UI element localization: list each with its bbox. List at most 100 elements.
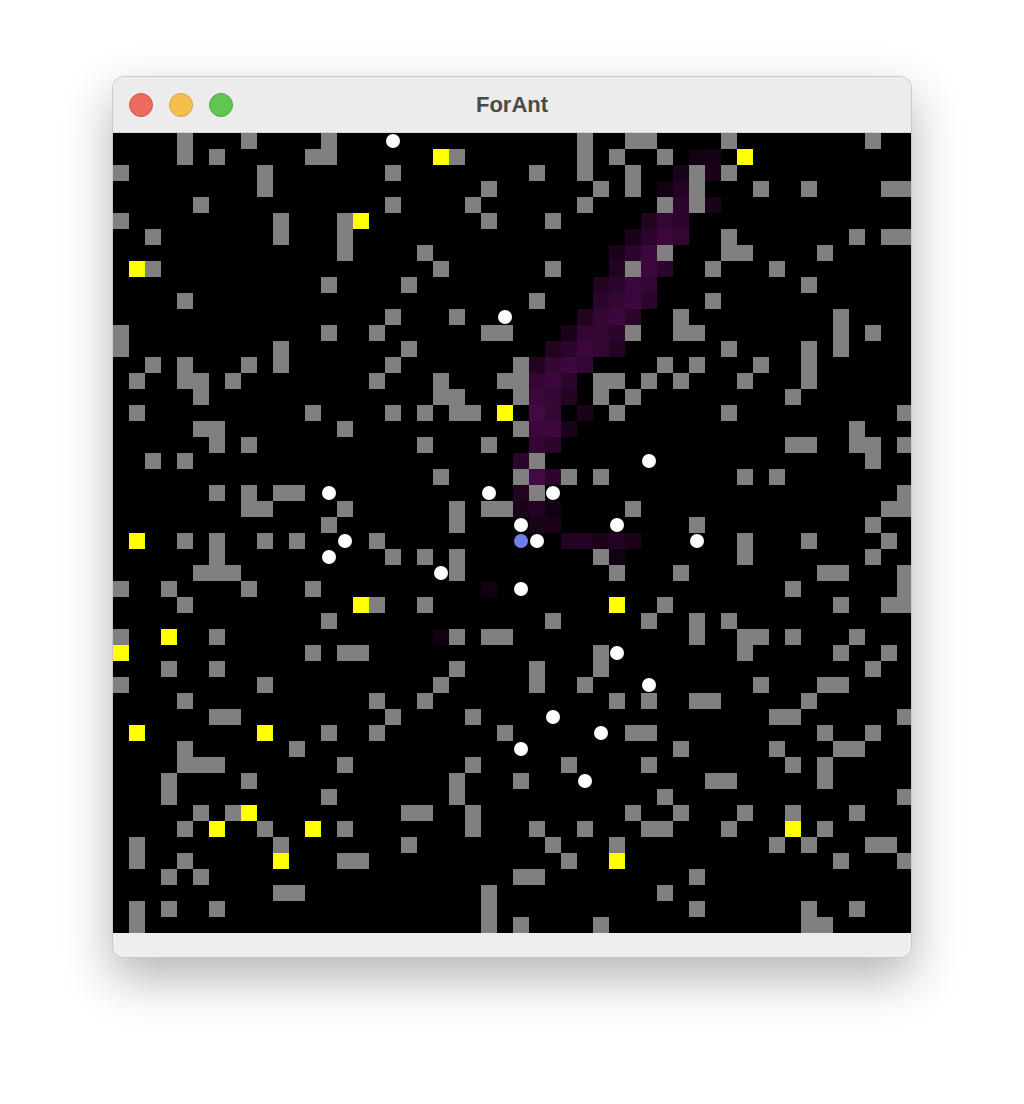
obstacle-cell [257, 677, 273, 693]
obstacle-cell [689, 693, 705, 709]
world-canvas[interactable] [113, 133, 912, 933]
title-bar[interactable]: ForAnt [113, 77, 911, 133]
food-cell [497, 405, 513, 421]
obstacle-cell [417, 245, 433, 261]
obstacle-cell [289, 485, 305, 501]
pheromone-cell [609, 277, 625, 293]
obstacle-cell [465, 757, 481, 773]
obstacle-cell [881, 533, 897, 549]
obstacle-cell [769, 837, 785, 853]
obstacle-cell [737, 805, 753, 821]
ant-icon [386, 134, 400, 148]
obstacle-cell [385, 165, 401, 181]
pheromone-cell [561, 341, 577, 357]
ant-icon [498, 310, 512, 324]
obstacle-cell [465, 197, 481, 213]
obstacle-cell [753, 357, 769, 373]
obstacle-cell [673, 565, 689, 581]
obstacle-cell [897, 709, 912, 725]
obstacle-cell [161, 661, 177, 677]
obstacle-cell [113, 325, 129, 341]
obstacle-cell [481, 501, 497, 517]
obstacle-cell [753, 181, 769, 197]
obstacle-cell [833, 325, 849, 341]
obstacle-cell [305, 149, 321, 165]
pheromone-cell [641, 293, 657, 309]
obstacle-cell [593, 389, 609, 405]
food-cell [433, 149, 449, 165]
obstacle-cell [833, 341, 849, 357]
obstacle-cell [161, 773, 177, 789]
obstacle-cell [385, 549, 401, 565]
ant-cell [481, 485, 497, 501]
pheromone-cell [609, 533, 625, 549]
ant-cell [385, 133, 401, 149]
obstacle-cell [721, 229, 737, 245]
obstacle-cell [337, 757, 353, 773]
obstacle-cell [177, 357, 193, 373]
obstacle-cell [865, 453, 881, 469]
obstacle-cell [593, 181, 609, 197]
obstacle-cell [177, 133, 193, 149]
obstacle-cell [241, 581, 257, 597]
obstacle-cell [449, 661, 465, 677]
obstacle-cell [273, 341, 289, 357]
obstacle-cell [385, 357, 401, 373]
obstacle-cell [369, 725, 385, 741]
obstacle-cell [385, 309, 401, 325]
minimize-button[interactable] [169, 93, 193, 117]
obstacle-cell [209, 565, 225, 581]
pheromone-cell [705, 165, 721, 181]
close-button[interactable] [129, 93, 153, 117]
obstacle-cell [513, 421, 529, 437]
obstacle-cell [785, 757, 801, 773]
pheromone-cell [625, 245, 641, 261]
food-cell [353, 213, 369, 229]
obstacle-cell [241, 437, 257, 453]
ant-icon [482, 486, 496, 500]
pheromone-cell [529, 501, 545, 517]
nest-icon [514, 534, 528, 548]
obstacle-cell [433, 469, 449, 485]
pheromone-cell [641, 261, 657, 277]
obstacle-cell [689, 197, 705, 213]
obstacle-cell [737, 549, 753, 565]
obstacle-cell [321, 133, 337, 149]
obstacle-cell [209, 437, 225, 453]
obstacle-cell [513, 469, 529, 485]
obstacle-cell [641, 693, 657, 709]
obstacle-cell [833, 565, 849, 581]
obstacle-cell [449, 501, 465, 517]
obstacle-cell [881, 597, 897, 613]
zoom-button[interactable] [209, 93, 233, 117]
obstacle-cell [705, 261, 721, 277]
pheromone-cell [625, 229, 641, 245]
obstacle-cell [177, 757, 193, 773]
ant-cell [529, 533, 545, 549]
obstacle-cell [865, 325, 881, 341]
obstacle-cell [769, 709, 785, 725]
obstacle-cell [817, 725, 833, 741]
obstacle-cell [129, 901, 145, 917]
obstacle-cell [753, 629, 769, 645]
obstacle-cell [897, 485, 912, 501]
obstacle-cell [193, 373, 209, 389]
obstacle-cell [641, 373, 657, 389]
obstacle-cell [529, 293, 545, 309]
obstacle-cell [785, 581, 801, 597]
obstacle-cell [785, 629, 801, 645]
obstacle-cell [593, 469, 609, 485]
obstacle-cell [417, 693, 433, 709]
pheromone-cell [577, 405, 593, 421]
pheromone-cell [673, 229, 689, 245]
obstacle-cell [529, 453, 545, 469]
obstacle-cell [449, 773, 465, 789]
obstacle-cell [785, 437, 801, 453]
obstacle-cell [241, 485, 257, 501]
page: ForAnt [0, 0, 1024, 1104]
app-window: ForAnt [112, 76, 912, 958]
food-cell [737, 149, 753, 165]
obstacle-cell [449, 789, 465, 805]
obstacle-cell [817, 565, 833, 581]
window-controls [129, 77, 233, 132]
